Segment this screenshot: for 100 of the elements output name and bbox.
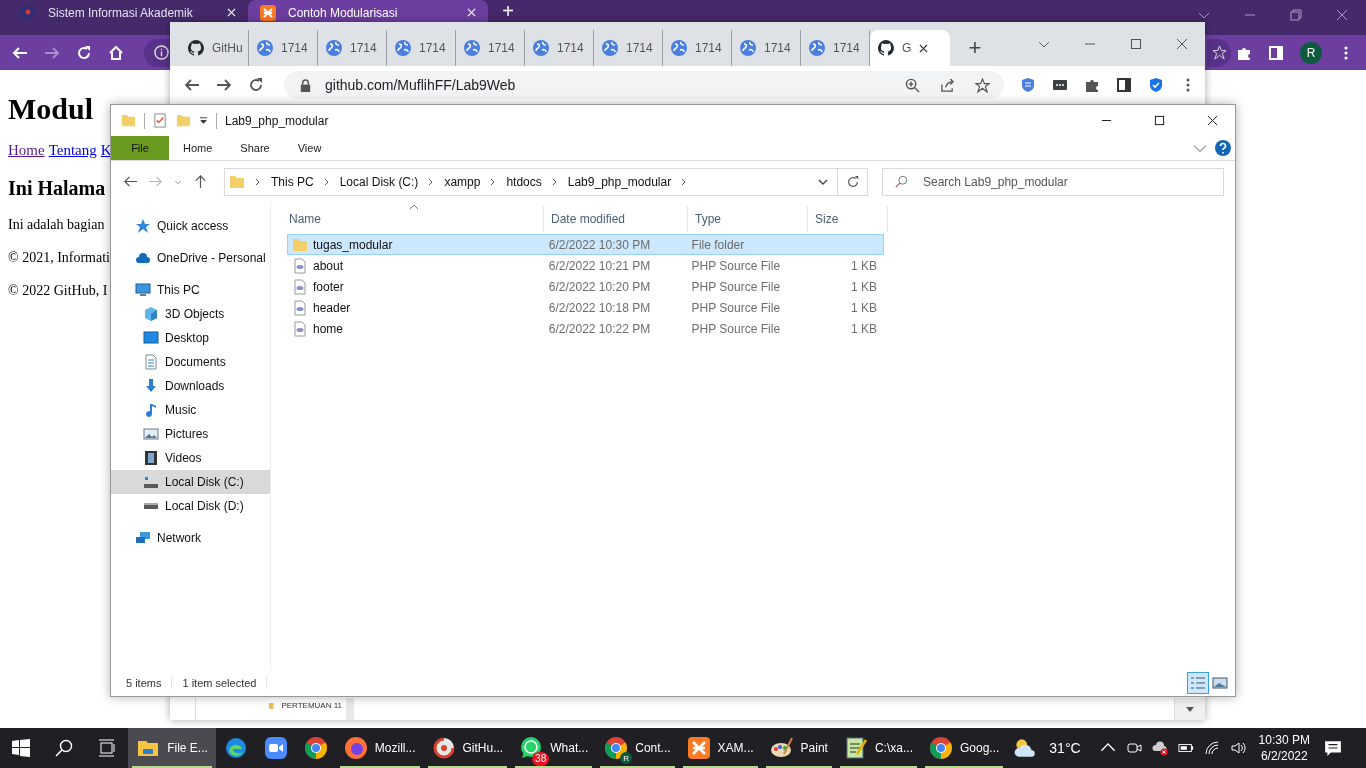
close-icon[interactable] xyxy=(919,43,929,53)
shield-check-icon[interactable] xyxy=(1148,77,1164,93)
nav-item[interactable]: Local Disk (C:) xyxy=(111,470,270,494)
file-row[interactable]: about 6/2/2022 10:21 PM PHP Source File 1 KB xyxy=(287,255,884,276)
maximize-icon[interactable] xyxy=(1154,115,1165,126)
volume-icon[interactable] xyxy=(1229,740,1246,756)
profile-avatar[interactable]: R xyxy=(1300,41,1322,64)
taskbar-app[interactable]: GitHu... xyxy=(423,728,512,768)
browser-tab[interactable]: 1714 xyxy=(249,30,318,66)
breadcrumb-item[interactable]: Lab9_php_modular xyxy=(567,174,672,189)
browser-tab[interactable]: GitHu xyxy=(180,30,249,66)
taskbar-app[interactable]: 38 What... xyxy=(511,728,597,768)
breadcrumb-item[interactable]: xampp xyxy=(444,174,481,189)
taskbar-app[interactable]: File E... xyxy=(128,728,216,768)
bookmark-button[interactable] xyxy=(1207,38,1231,67)
nav-item[interactable]: Pictures xyxy=(111,422,270,446)
address-bar[interactable]: This PC Local Disk (C:) xampp htdocs Lab9_php_modular xyxy=(224,167,838,196)
column-header[interactable]: Date modified xyxy=(544,206,688,232)
nav-item[interactable]: Network xyxy=(111,526,270,550)
nav-link[interactable]: K xyxy=(100,142,112,159)
taskbar-app[interactable]: Goog... xyxy=(920,728,1008,768)
taskbar-app[interactable]: Paint xyxy=(761,728,836,768)
refresh-button[interactable] xyxy=(838,167,868,196)
checklist-icon[interactable] xyxy=(153,113,168,128)
side-panel-icon[interactable] xyxy=(1116,77,1132,93)
browser-tab[interactable]: 1714 xyxy=(663,30,732,66)
chevron-right-icon[interactable] xyxy=(322,177,331,186)
reload-icon[interactable] xyxy=(248,77,264,93)
nav-item[interactable]: Music xyxy=(111,398,270,422)
chevron-right-icon[interactable] xyxy=(254,177,262,186)
dropdown-icon[interactable] xyxy=(199,116,208,125)
close-icon[interactable] xyxy=(1207,115,1218,126)
nav-link[interactable]: Home xyxy=(8,142,45,159)
nav-item[interactable]: 3D Objects xyxy=(111,302,270,326)
browser-tab[interactable]: 1714 xyxy=(732,30,801,66)
reload-icon[interactable] xyxy=(76,44,92,61)
file-row[interactable]: header 6/2/2022 10:18 PM PHP Source File 1 KB xyxy=(287,297,884,318)
shield-icon[interactable] xyxy=(1020,77,1036,93)
taskbar-app[interactable]: Mozill... xyxy=(335,728,424,768)
nav-link[interactable]: Tentang xyxy=(48,142,97,159)
forward-arrow-icon[interactable] xyxy=(216,77,232,93)
up-arrow-icon[interactable] xyxy=(193,174,208,189)
scrollbar[interactable] xyxy=(1174,698,1205,720)
file-row[interactable]: home 6/2/2022 10:22 PM PHP Source File 1 KB xyxy=(287,318,884,339)
nav-item[interactable]: Local Disk (D:) xyxy=(111,494,270,518)
caret-down-icon[interactable] xyxy=(1186,706,1194,712)
column-header[interactable]: Name xyxy=(271,206,544,232)
browser-tab[interactable]: 1714 xyxy=(387,30,456,66)
browser-tab[interactable]: 1714 xyxy=(594,30,663,66)
column-header[interactable]: Size xyxy=(808,206,888,232)
help-icon[interactable] xyxy=(1215,140,1231,156)
column-header[interactable]: Type xyxy=(688,206,808,232)
nav-item[interactable]: This PC xyxy=(111,278,270,302)
file-row[interactable]: tugas_modular 6/2/2022 10:30 PM File folder xyxy=(287,234,884,255)
cloud-error-icon[interactable] xyxy=(1151,740,1168,756)
taskbar-app[interactable]: R Cont... xyxy=(596,728,679,768)
breadcrumb-item[interactable]: This PC xyxy=(271,174,314,189)
star-icon[interactable] xyxy=(975,77,990,93)
browser-tab[interactable]: Sistem Informasi Akademik xyxy=(8,0,248,22)
ribbon-tab[interactable]: File xyxy=(111,136,169,160)
chevron-right-icon[interactable] xyxy=(550,177,559,186)
ribbon-tab[interactable]: Share xyxy=(226,136,284,160)
share-icon[interactable] xyxy=(940,77,955,93)
address-bar[interactable] xyxy=(144,38,172,67)
folder-item[interactable]: PERTEMUAN 11 xyxy=(265,698,346,710)
camera-icon[interactable] xyxy=(1125,740,1142,756)
nav-item[interactable]: Desktop xyxy=(111,326,270,350)
back-arrow-icon[interactable] xyxy=(12,44,28,61)
new-tab-button[interactable]: + xyxy=(960,30,990,66)
password-icon[interactable] xyxy=(1052,77,1068,93)
new-tab-button[interactable]: + xyxy=(496,0,520,22)
zoom-icon[interactable] xyxy=(905,77,920,93)
nav-item[interactable]: Quick access xyxy=(111,214,270,238)
search-field[interactable]: Search Lab9_php_modular xyxy=(882,167,1224,196)
temperature-text[interactable]: 31°C xyxy=(1049,740,1081,756)
browser-tab[interactable]: 1714 xyxy=(318,30,387,66)
file-row[interactable]: footer 6/2/2022 10:20 PM PHP Source File 1 KB xyxy=(287,276,884,297)
taskbar-app[interactable]: XAM... xyxy=(678,728,762,768)
nav-item[interactable]: OneDrive - Personal xyxy=(111,246,270,270)
nav-item[interactable]: Videos xyxy=(111,446,270,470)
home-icon[interactable] xyxy=(108,44,124,61)
notification-icon[interactable] xyxy=(1324,739,1342,757)
taskbar-app[interactable]: C:\xa... xyxy=(835,728,921,768)
wifi-icon[interactable] xyxy=(1203,740,1220,756)
breadcrumb-item[interactable]: Local Disk (C:) xyxy=(339,174,419,189)
back-arrow-icon[interactable] xyxy=(184,77,200,93)
clock[interactable]: 10:30 PM 6/2/2022 xyxy=(1258,728,1310,768)
back-arrow-icon[interactable] xyxy=(123,174,138,189)
ribbon-tab[interactable]: View xyxy=(283,136,336,160)
ribbon-tab[interactable]: Home xyxy=(169,136,227,160)
restore-icon[interactable] xyxy=(1290,9,1302,21)
breadcrumb-item[interactable]: htdocs xyxy=(506,174,542,189)
nav-item[interactable]: Downloads xyxy=(111,374,270,398)
browser-tab[interactable]: G xyxy=(870,30,950,66)
browser-tab[interactable]: Contoh Modularisasi xyxy=(248,0,488,22)
puzzle-icon[interactable] xyxy=(1084,77,1100,93)
nav-item[interactable]: Documents xyxy=(111,350,270,374)
browser-tab[interactable]: 1714 xyxy=(456,30,525,66)
address-bar[interactable]: github.com/MuflihFF/Lab9Web xyxy=(284,71,1004,99)
browser-tab[interactable]: 1714 xyxy=(525,30,594,66)
